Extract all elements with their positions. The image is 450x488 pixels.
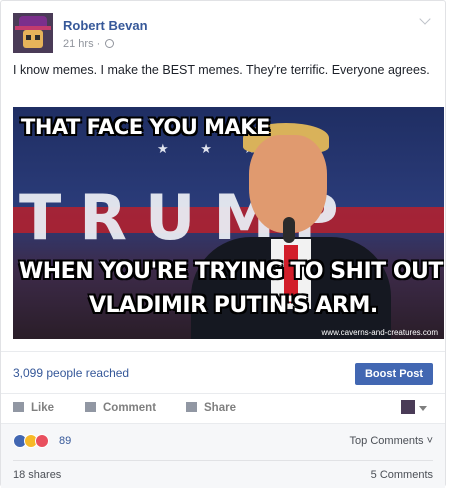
love-reaction-icon xyxy=(35,434,49,448)
post-as-avatar[interactable] xyxy=(401,400,415,414)
post-options-chevron-icon[interactable] xyxy=(419,13,431,25)
post-meta: 21 hrs · xyxy=(63,38,115,50)
share-arrow-icon xyxy=(186,402,197,412)
comment-icon xyxy=(85,402,96,412)
meme-watermark: www.caverns-and-creatures.com xyxy=(321,328,438,337)
comments-count[interactable]: 5 Comments xyxy=(371,469,433,481)
like-button[interactable]: Like xyxy=(13,402,54,414)
thumbs-up-icon xyxy=(13,402,24,412)
post-time[interactable]: 21 hrs · xyxy=(63,38,100,50)
author-avatar[interactable] xyxy=(13,13,53,53)
microphone xyxy=(283,217,295,243)
post-header: Robert Bevan 21 hrs · xyxy=(13,13,433,55)
comment-label: Comment xyxy=(103,402,157,414)
post-footer: 89 Top Comments ˅ 18 shares 5 Comments xyxy=(1,423,445,488)
insights-row: 3,099 people reached Boost Post xyxy=(1,351,445,391)
share-button[interactable]: Share xyxy=(186,402,236,414)
action-bar: Like Comment Share xyxy=(1,393,445,423)
comment-button[interactable]: Comment xyxy=(85,402,156,414)
boost-post-button[interactable]: Boost Post xyxy=(355,363,433,385)
post-card: Robert Bevan 21 hrs · I know memes. I ma… xyxy=(0,0,446,488)
meme-bottom-caption-line1: WHEN YOU'RE TRYING TO SHIT OUT xyxy=(19,259,443,284)
author-name[interactable]: Robert Bevan xyxy=(63,18,148,33)
shares-count[interactable]: 18 shares xyxy=(13,469,61,481)
like-label: Like xyxy=(31,402,55,414)
footer-divider xyxy=(13,460,433,461)
people-reached-link[interactable]: 3,099 people reached xyxy=(13,366,129,380)
caret-down-icon[interactable] xyxy=(419,406,427,411)
meme-image[interactable]: ★ ★ ★ TRUMP THAT FACE YOU MAKE WHEN YOU'… xyxy=(13,107,444,339)
meme-top-caption: THAT FACE YOU MAKE xyxy=(21,115,270,139)
top-comments-dropdown[interactable]: Top Comments ˅ xyxy=(350,435,433,447)
meme-bottom-caption-line2: VLADIMIR PUTIN'S ARM. xyxy=(89,293,378,318)
share-label: Share xyxy=(204,402,236,414)
reaction-count: 89 xyxy=(59,435,72,447)
globe-icon xyxy=(105,39,115,48)
post-text: I know memes. I make the BEST memes. The… xyxy=(13,63,430,77)
